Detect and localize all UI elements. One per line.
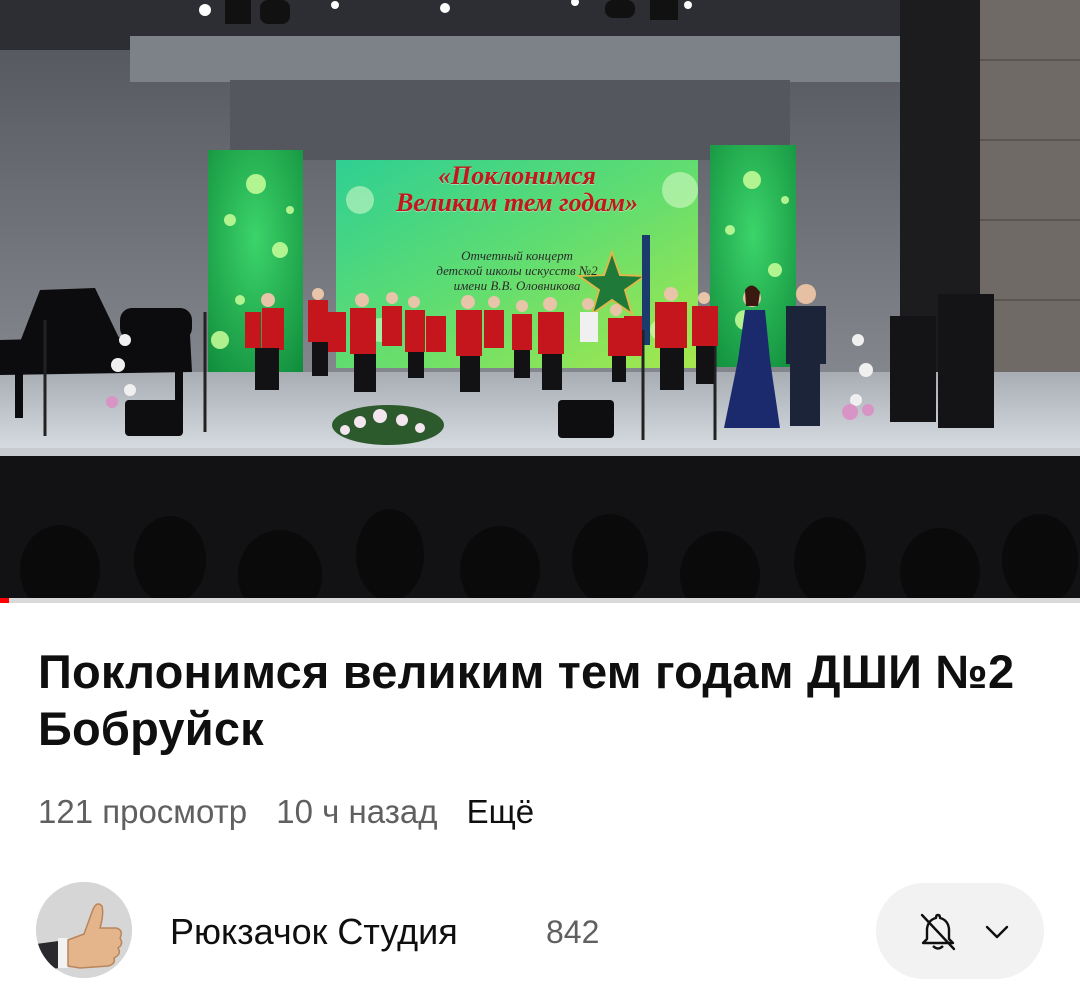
video-title: Поклонимся великим тем годам ДШИ №2 Бобр… (38, 645, 1015, 755)
subscriber-count: 842 (546, 914, 600, 950)
subscription-notifications-button[interactable] (876, 883, 1044, 979)
video-progress-bar[interactable] (0, 598, 1080, 603)
video-progress-fill (0, 598, 9, 603)
upload-time: 10 ч назад (276, 793, 438, 830)
video-thumbnail (0, 0, 1080, 598)
view-count: 121 просмотр (38, 793, 248, 830)
screen-sub-line1: Отчетный концерт (461, 248, 573, 263)
channel-avatar[interactable] (36, 882, 132, 978)
bell-off-icon (920, 913, 956, 951)
screen-subtitle: Отчетный концерт детской школы искусств … (336, 248, 698, 293)
screen-sub-line3: имени В.В. Оловникова (453, 278, 581, 293)
video-player[interactable]: «Поклонимся Великим тем годам» Отчетный … (0, 0, 1080, 598)
screen-title-line2: Великим тем годам» (395, 188, 639, 217)
channel-name[interactable]: Рюкзачок Студия (170, 910, 458, 954)
more-button[interactable]: Ещё (467, 793, 535, 830)
screen-sub-line2: детской школы искусств №2 (436, 263, 598, 278)
screen-title: «Поклонимся Великим тем годам» (336, 162, 698, 216)
chevron-down-icon (985, 925, 1009, 939)
screen-title-line1: «Поклонимся (438, 161, 596, 190)
thumbs-up-icon (36, 882, 132, 978)
video-meta[interactable]: 121 просмотр 10 ч назад Ещё (38, 790, 534, 834)
